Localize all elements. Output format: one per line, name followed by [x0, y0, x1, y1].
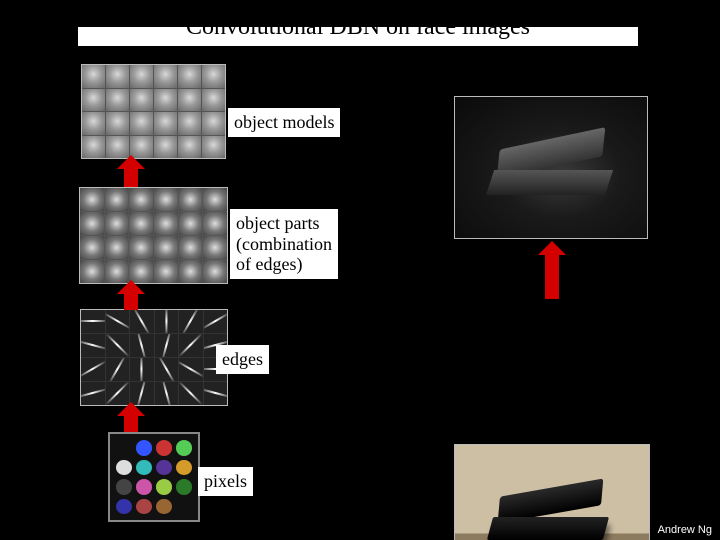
arrow-photo-to-render — [545, 255, 559, 299]
pixel-dot — [156, 479, 172, 495]
panel-object-parts — [79, 187, 228, 284]
arrow-pixels-to-edges — [124, 416, 138, 432]
pixel-dot — [136, 499, 152, 515]
pixel-dot — [176, 460, 192, 476]
slide-title: Convolutional DBN on face images — [78, 14, 638, 41]
pixel-dot — [156, 440, 172, 456]
panel-pixels — [108, 432, 200, 522]
label-text: of edges) — [236, 254, 302, 274]
panel-stapler-photo — [454, 444, 650, 540]
pixel-dot — [116, 460, 132, 476]
label-pixels: pixels — [198, 467, 253, 496]
arrow-edges-to-parts — [124, 294, 138, 310]
arrow-parts-to-models — [124, 169, 138, 187]
label-edges: edges — [216, 345, 269, 374]
pixel-dot — [176, 440, 192, 456]
label-object-parts: object parts (combination of edges) — [230, 209, 338, 279]
pixel-dot — [156, 460, 172, 476]
slide-root: Convolutional DBN on face images — [0, 0, 720, 540]
pixel-dot — [136, 479, 152, 495]
pixel-dot — [116, 499, 132, 515]
credit-text: Andrew Ng — [658, 524, 712, 536]
panel-object-models — [81, 64, 226, 159]
label-text: object parts — [236, 213, 319, 233]
pixel-dot — [176, 479, 192, 495]
label-text: (combination — [236, 234, 332, 254]
pixel-dot — [116, 479, 132, 495]
edges-grid — [81, 310, 227, 405]
parts-grid — [80, 188, 227, 283]
panel-stapler-edge-render — [454, 96, 648, 239]
label-object-models: object models — [228, 108, 340, 137]
pixel-dot — [156, 499, 172, 515]
pixel-dot — [136, 460, 152, 476]
label-text: object models — [234, 112, 334, 132]
pixel-dot — [136, 440, 152, 456]
label-text: edges — [222, 349, 263, 369]
label-text: pixels — [204, 471, 247, 491]
faces-grid — [82, 65, 225, 158]
panel-edges — [80, 309, 228, 406]
